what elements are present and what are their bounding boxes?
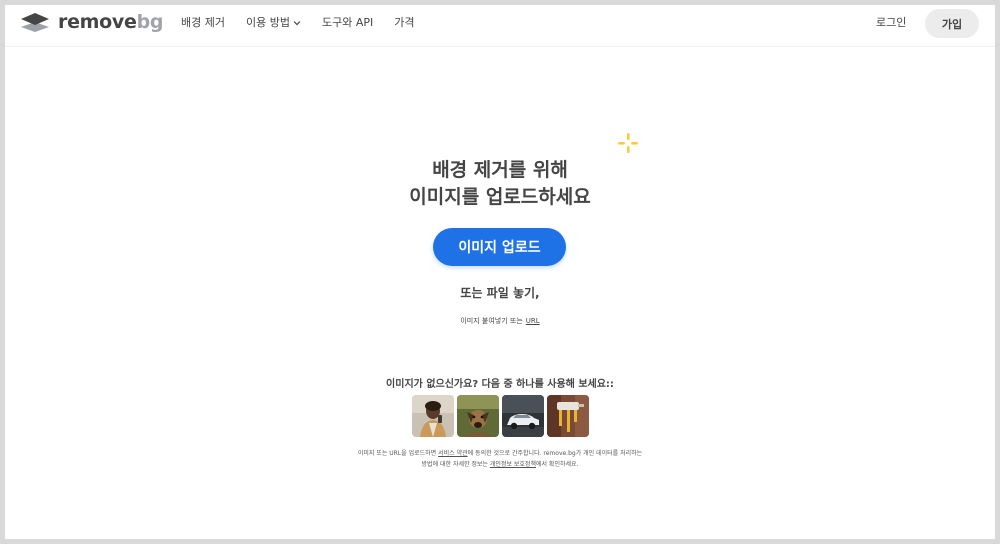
nav-remove-background[interactable]: 배경 제거 <box>181 16 225 30</box>
paste-image-text: 이미지 붙여넣기 또는 URL <box>5 316 995 326</box>
nav-tools-api[interactable]: 도구와 API <box>322 16 373 30</box>
nav-label: 배경 제거 <box>181 16 225 29</box>
hero-headline-line1: 배경 제거를 위해 <box>432 159 568 181</box>
footnote-text: 에 동의한 것으로 간주합니다. remove.bg가 개인 데이터를 처리하는 <box>467 450 643 457</box>
layers-logo-icon <box>21 13 49 32</box>
url-link[interactable]: URL <box>526 317 540 325</box>
logo-link[interactable]: removebg <box>20 11 163 33</box>
nav-pricing[interactable]: 가격 <box>394 16 414 30</box>
browser-viewport: removebg 배경 제거 이용 방법 도구와 API 가격 로그인 가입 배… <box>5 5 995 539</box>
dog-sample-icon[interactable] <box>457 395 499 437</box>
upload-image-button[interactable]: 이미지 업로드 <box>433 228 566 266</box>
terms-footnote: 이미지 또는 URL을 업로드하면 서비스 약관에 동의한 것으로 간주합니다.… <box>5 448 995 470</box>
paint-roller-sample-icon[interactable] <box>547 395 589 437</box>
person-sample-icon[interactable] <box>412 395 454 437</box>
login-link[interactable]: 로그인 <box>876 16 906 30</box>
terms-link[interactable]: 서비스 약관 <box>438 450 468 457</box>
privacy-policy-link[interactable]: 개인정보 보호정책 <box>490 461 536 468</box>
footnote-text: 방법에 대한 자세한 정보는 <box>421 461 488 468</box>
nav-label: 이용 방법 <box>245 16 290 29</box>
car-sample-icon[interactable] <box>502 395 544 437</box>
nav-how-to-use[interactable]: 이용 방법 <box>246 16 301 30</box>
nav-label: 가격 <box>394 16 415 29</box>
main-nav: 배경 제거 이용 방법 도구와 API 가격 <box>181 16 435 30</box>
hero-headline-line2: 이미지를 업로드하세요 <box>409 186 591 208</box>
top-header: removebg 배경 제거 이용 방법 도구와 API 가격 로그인 가입 <box>5 5 995 47</box>
footnote-text: 이미지 또는 URL을 업로드하면 <box>357 450 437 457</box>
logo-text: removebg <box>58 11 164 33</box>
sample-images <box>412 395 589 437</box>
drop-file-text: 또는 파일 놓기, <box>460 286 540 300</box>
chevron-down-icon <box>293 16 301 30</box>
paste-label: 이미지 붙여넣기 또는 <box>460 317 523 325</box>
sparkle-icon <box>618 133 638 153</box>
nav-label: 도구와 API <box>321 16 374 29</box>
signup-button[interactable]: 가입 <box>925 9 979 38</box>
footnote-text: 에서 확인하세요. <box>535 461 579 468</box>
samples-title: 이미지가 없으신가요? 다음 중 하나를 사용해 보세요:: <box>386 379 614 390</box>
